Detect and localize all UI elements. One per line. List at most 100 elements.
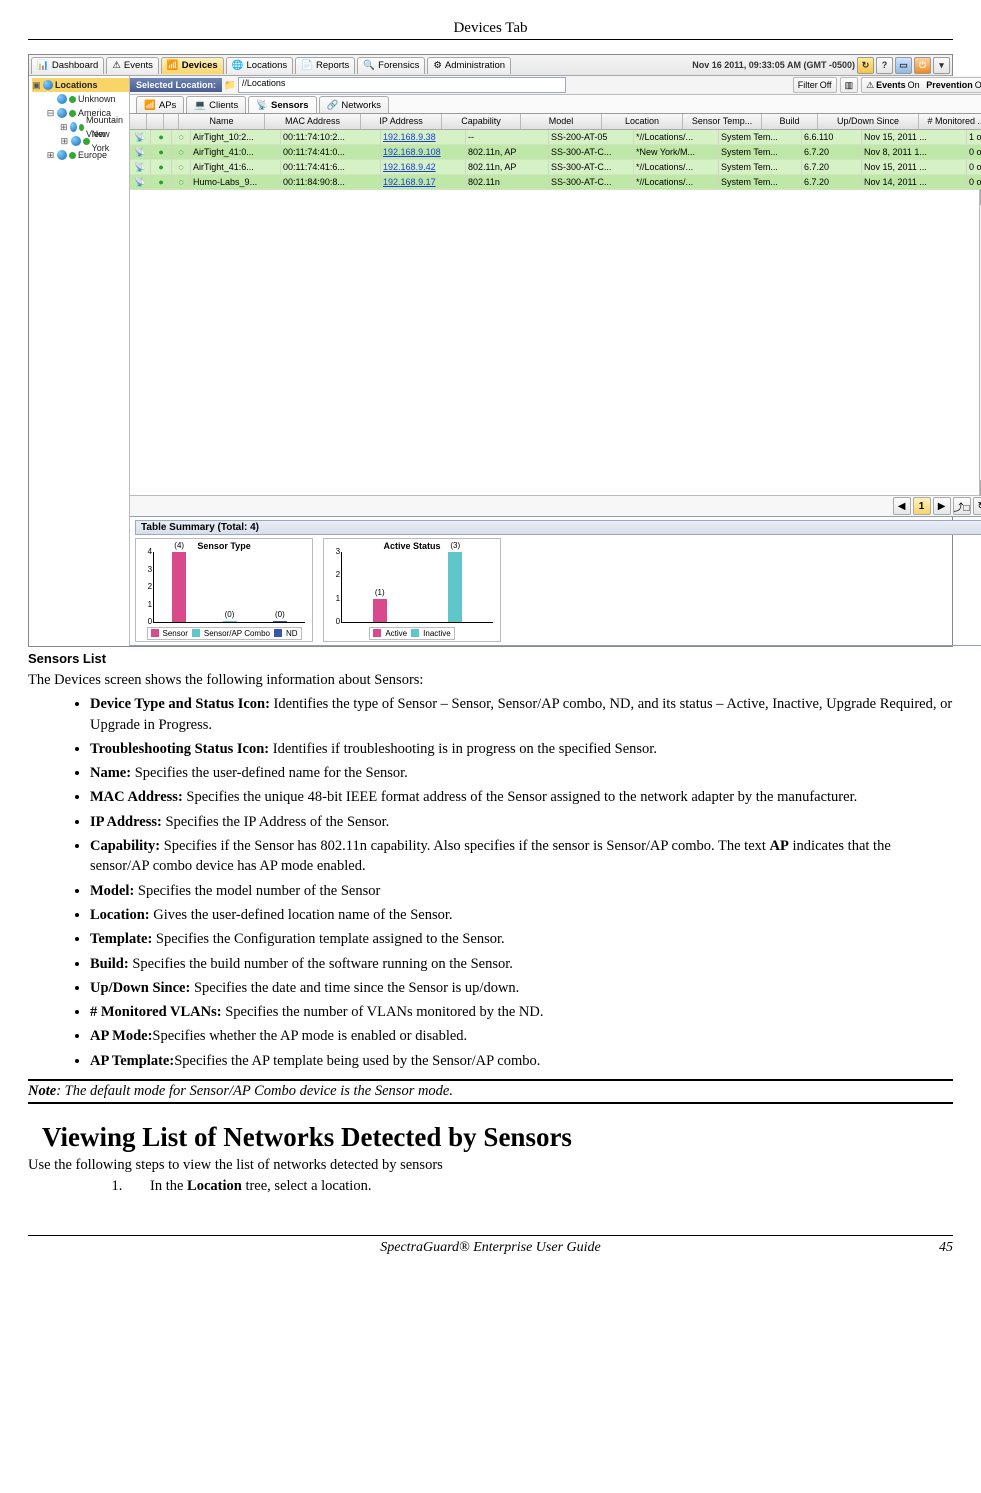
filter-toggle[interactable]: Filter Off bbox=[793, 77, 837, 93]
device-type-icon: 📡 bbox=[130, 175, 151, 189]
pager-next-button[interactable]: ▶ bbox=[933, 497, 951, 515]
list-item: Model: Specifies the model number of the… bbox=[90, 881, 953, 901]
app-screenshot: 📊Dashboard ⚠Events 📶Devices 🌐Locations 📄… bbox=[28, 54, 953, 647]
cell-monitored: 1 of 1 bbox=[967, 130, 981, 144]
main-tab-bar: 📊Dashboard ⚠Events 📶Devices 🌐Locations 📄… bbox=[29, 55, 952, 76]
tab-forensics[interactable]: 🔍Forensics bbox=[357, 57, 425, 74]
col-sensor-template[interactable]: Sensor Temp... bbox=[683, 114, 762, 129]
ap-icon: 📶 bbox=[144, 100, 156, 111]
tab-locations[interactable]: 🌐Locations bbox=[226, 57, 294, 74]
cell-ip: 192.168.9.17 bbox=[381, 175, 466, 189]
cell-model: SS-200-AT-05 bbox=[549, 130, 634, 144]
clock-timestamp: Nov 16 2011, 09:33:05 AM (GMT -0500) bbox=[692, 60, 855, 70]
tree-node-unknown[interactable]: Unknown bbox=[46, 92, 129, 106]
troubleshoot-icon: ◌ bbox=[172, 145, 191, 159]
y-tick: 0 bbox=[140, 617, 152, 626]
filter-settings-icon[interactable]: ▥ bbox=[840, 77, 859, 93]
list-item: IP Address: Specifies the IP Address of … bbox=[90, 812, 953, 832]
events-prevention-toggle[interactable]: ⚠ Events On Prevention Off bbox=[861, 77, 981, 93]
cell-location: *//Locations/... bbox=[634, 160, 719, 174]
globe-icon bbox=[43, 80, 53, 90]
col-name[interactable]: Name bbox=[179, 114, 265, 129]
col-mac[interactable]: MAC Address bbox=[265, 114, 361, 129]
pager-refresh-icon[interactable]: ↻ bbox=[973, 497, 981, 515]
tab-administration[interactable]: ⚙Administration bbox=[427, 57, 511, 74]
subtab-sensors[interactable]: 📡Sensors bbox=[248, 96, 316, 113]
pager-prev-button[interactable]: ◀ bbox=[893, 497, 911, 515]
chart1-title: Sensor Type bbox=[139, 541, 309, 552]
subtab-networks[interactable]: 🔗Networks bbox=[319, 96, 389, 113]
bar-value-label: (4) bbox=[172, 541, 186, 550]
cell-name: AirTight_41:0... bbox=[191, 145, 281, 159]
toolbar-refresh-icon[interactable]: ↻ bbox=[857, 57, 874, 74]
col-model[interactable]: Model bbox=[521, 114, 602, 129]
chart2-title: Active Status bbox=[327, 541, 497, 552]
cell-model: SS-300-AT-C... bbox=[549, 175, 634, 189]
list-item: Name: Specifies the user-defined name fo… bbox=[90, 763, 953, 783]
table-row[interactable]: 📡●◌AirTight_41:0...00:11:74:41:0...192.1… bbox=[130, 145, 981, 160]
chart-bar: (1) bbox=[373, 599, 387, 622]
cell-mac: 00:11:74:10:2... bbox=[281, 130, 381, 144]
y-tick: 1 bbox=[140, 600, 152, 609]
pager-export-icon[interactable]: ⤴□ bbox=[953, 497, 971, 515]
section-intro: Use the following steps to view the list… bbox=[28, 1155, 953, 1175]
y-tick: 2 bbox=[328, 570, 340, 579]
table-empty-area: ▲ ▼ bbox=[130, 190, 981, 495]
toolbar-window-icon[interactable]: ▭ bbox=[895, 57, 912, 74]
y-tick: 1 bbox=[328, 594, 340, 603]
table-summary-title: Table Summary (Total: 4) bbox=[135, 520, 981, 535]
col-location[interactable]: Location bbox=[602, 114, 683, 129]
table-row[interactable]: 📡●◌AirTight_41:6...00:11:74:41:6...192.1… bbox=[130, 160, 981, 175]
cell-location: *//Locations/... bbox=[634, 175, 719, 189]
troubleshoot-icon: ◌ bbox=[172, 175, 191, 189]
cell-model: SS-300-AT-C... bbox=[549, 145, 634, 159]
col-updown[interactable]: Up/Down Since bbox=[818, 114, 919, 129]
chart-bar: (0) bbox=[273, 621, 287, 622]
cell-monitored: 0 of 0 bbox=[967, 160, 981, 174]
globe-icon bbox=[70, 122, 77, 132]
selected-location-input[interactable]: //Locations bbox=[238, 77, 566, 93]
subtab-aps[interactable]: 📶APs bbox=[136, 96, 184, 113]
list-item: MAC Address: Specifies the unique 48-bit… bbox=[90, 787, 953, 807]
table-summary-panel: Table Summary (Total: 4) Sensor Type 0 1 2… bbox=[130, 516, 981, 646]
globe-icon bbox=[71, 136, 81, 146]
table-row[interactable]: 📡●◌Humo-Labs_9...00:11:84:90:8...192.168… bbox=[130, 175, 981, 190]
tab-events[interactable]: ⚠Events bbox=[106, 57, 159, 74]
tab-dashboard[interactable]: 📊Dashboard bbox=[31, 57, 104, 74]
tree-node-new-york[interactable]: ⊞New York bbox=[60, 134, 129, 148]
cell-name: AirTight_10:2... bbox=[191, 130, 281, 144]
pager-current-page[interactable]: 1 bbox=[913, 497, 931, 515]
cell-updown: Nov 15, 2011 ... bbox=[862, 160, 967, 174]
chart-bar: (4) bbox=[172, 552, 186, 622]
step-list: In the Location tree, select a location. bbox=[98, 1178, 953, 1195]
sensors-table: Name MAC Address IP Address Capability M… bbox=[130, 114, 981, 516]
bar-value-label: (0) bbox=[223, 610, 237, 619]
cell-build: 6.7.20 bbox=[802, 175, 862, 189]
tab-devices[interactable]: 📶Devices bbox=[161, 57, 224, 74]
col-ip[interactable]: IP Address bbox=[361, 114, 442, 129]
cell-build: 6.7.20 bbox=[802, 145, 862, 159]
selected-location-label: Selected Location: bbox=[130, 78, 222, 92]
toolbar-power-icon[interactable]: ⏻ bbox=[914, 57, 931, 74]
toolbar-help-icon[interactable]: ? bbox=[876, 57, 893, 74]
table-row[interactable]: 📡●◌AirTight_10:2...00:11:74:10:2...192.1… bbox=[130, 130, 981, 145]
subtab-clients[interactable]: 💻Clients bbox=[186, 96, 246, 113]
intro-paragraph: The Devices screen shows the following i… bbox=[28, 670, 953, 690]
cell-mac: 00:11:74:41:6... bbox=[281, 160, 381, 174]
cell-location: *New York/M... bbox=[634, 145, 719, 159]
toolbar-dropdown-icon[interactable]: ▾ bbox=[933, 57, 950, 74]
list-item: Build: Specifies the build number of the… bbox=[90, 954, 953, 974]
sel-loc-prefix-icon: 📁 bbox=[224, 80, 236, 91]
list-item: AP Template:Specifies the AP template be… bbox=[90, 1051, 953, 1071]
tab-reports[interactable]: 📄Reports bbox=[295, 57, 355, 74]
footer-doc-title: SpectraGuard® Enterprise User Guide bbox=[68, 1240, 913, 1256]
list-item: Location: Gives the user-defined locatio… bbox=[90, 905, 953, 925]
location-tree: ▣Locations Unknown ⊟America ⊞Mountain Vi… bbox=[29, 76, 130, 646]
client-icon: 💻 bbox=[194, 100, 206, 111]
col-capability[interactable]: Capability bbox=[442, 114, 521, 129]
tree-node-locations[interactable]: ▣Locations bbox=[32, 78, 129, 92]
list-item: Device Type and Status Icon: Identifies … bbox=[90, 694, 953, 735]
col-monitored[interactable]: # Monitored ... bbox=[919, 114, 981, 129]
col-build[interactable]: Build bbox=[762, 114, 818, 129]
footer-page-number: 45 bbox=[913, 1240, 953, 1256]
